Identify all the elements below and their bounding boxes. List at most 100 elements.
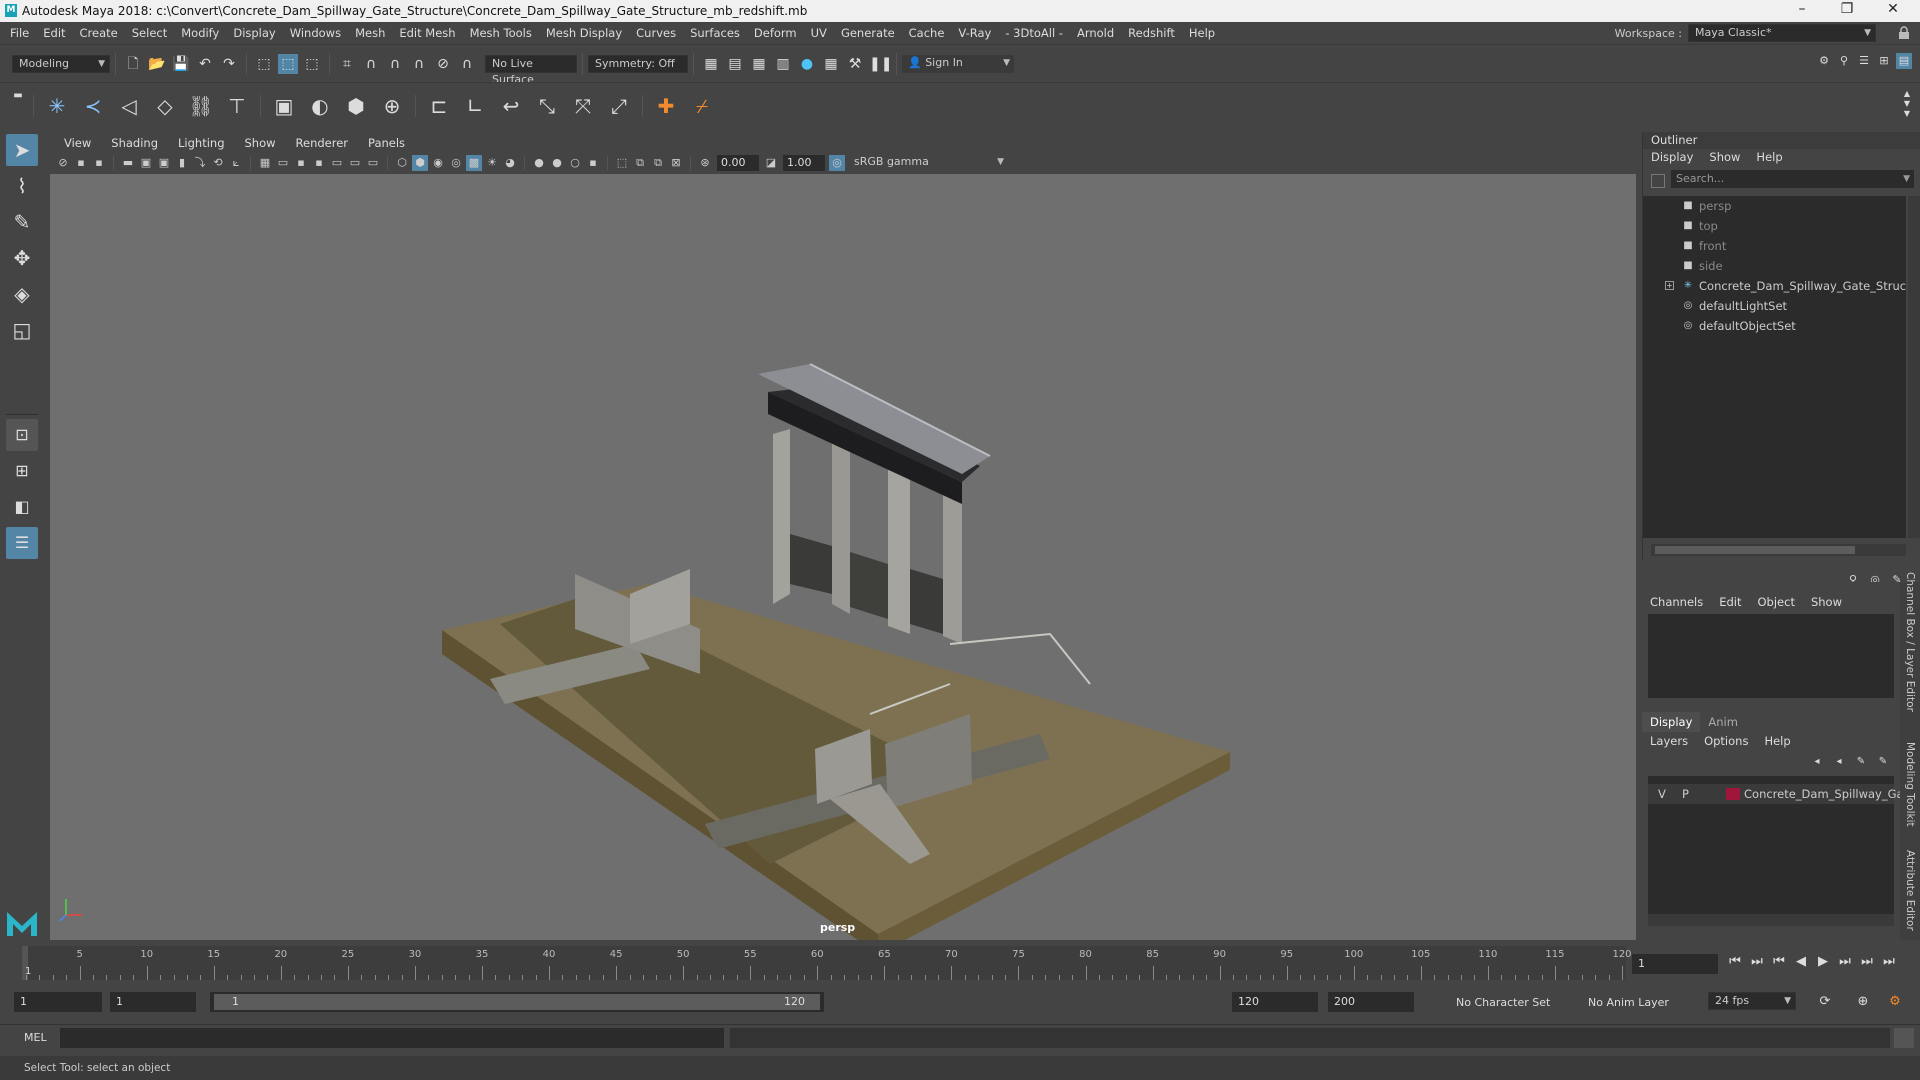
menu-item-mesh[interactable]: Mesh xyxy=(348,22,392,44)
channelbox-menu-edit[interactable]: Edit xyxy=(1711,592,1749,612)
auto-key-icon[interactable]: ⊕ xyxy=(1852,992,1874,1012)
step-back-frame-icon[interactable]: ⏮ xyxy=(1768,952,1790,972)
menu-item-create[interactable]: Create xyxy=(73,22,125,44)
plane-icon[interactable]: ⊕ xyxy=(376,90,408,122)
xray-icon[interactable]: ⬡ xyxy=(394,155,410,171)
outliner-hscrollbar[interactable] xyxy=(1651,544,1906,556)
channelbox-menu-channels[interactable]: Channels xyxy=(1642,592,1711,612)
shaded-icon[interactable]: ⬢ xyxy=(412,155,428,171)
exposure-icon[interactable]: ⊛ xyxy=(697,155,713,171)
maximize-button[interactable]: ❐ xyxy=(1827,1,1867,17)
viewport-menu-view[interactable]: View xyxy=(54,134,101,152)
tool-settings-toggle-icon[interactable]: ⊞ xyxy=(1876,53,1892,69)
attribute-editor-side-tab[interactable]: Attribute Editor xyxy=(1904,850,1916,931)
step-back-key-icon[interactable]: ⏭ xyxy=(1746,952,1768,972)
film-gate-icon[interactable]: ▣ xyxy=(138,155,154,171)
curve-tool-icon[interactable]: ↩ xyxy=(495,90,527,122)
menu-item-cache[interactable]: Cache xyxy=(902,22,952,44)
rotate-tool-icon[interactable]: ◈ xyxy=(6,278,38,310)
single-perspective-layout-icon[interactable]: ⊡ xyxy=(6,419,38,451)
menu-item-windows[interactable]: Windows xyxy=(283,22,348,44)
mel-label[interactable]: MEL xyxy=(24,1031,47,1044)
outliner-node[interactable]: + ✳ Concrete_Dam_Spillway_Gate_Structure_ xyxy=(1643,276,1906,296)
live-surface-field[interactable]: No Live Surface xyxy=(485,54,577,86)
viewport-menu-lighting[interactable]: Lighting xyxy=(168,134,234,152)
modeling-toolkit-side-tab[interactable]: Modeling Toolkit xyxy=(1904,742,1916,827)
gamma-icon[interactable]: ◪ xyxy=(763,155,779,171)
sphere-icon[interactable]: ◐ xyxy=(304,90,336,122)
menu-item-deform[interactable]: Deform xyxy=(747,22,804,44)
multi-cut-icon[interactable]: ✳ xyxy=(41,90,73,122)
menu-item-uv[interactable]: UV xyxy=(804,22,834,44)
layer-menu-options[interactable]: Options xyxy=(1696,732,1756,750)
current-frame-field[interactable]: 1 xyxy=(1632,954,1718,974)
wedge-icon[interactable]: ⌿ xyxy=(686,90,718,122)
persp-outliner-layout-icon[interactable]: ◧ xyxy=(6,491,38,523)
use-all-lights-icon[interactable]: ▭ xyxy=(365,155,381,171)
snap-curve-icon[interactable]: ∩ xyxy=(361,54,381,74)
outliner-vscrollbar[interactable] xyxy=(1908,196,1920,538)
open-scene-icon[interactable]: 📂 xyxy=(147,54,167,74)
render-setup-icon[interactable]: ⚒ xyxy=(845,54,865,74)
ambient-occlusion-icon[interactable]: ◎ xyxy=(448,155,464,171)
safe-action-icon[interactable]: ⟲ xyxy=(210,155,226,171)
fps-dropdown[interactable]: 24 fps ▼ xyxy=(1708,992,1796,1010)
layer-row[interactable]: V P Concrete_Dam_Spillway_Gate_ xyxy=(1648,784,1920,804)
layer-playback-toggle[interactable]: P xyxy=(1682,784,1689,804)
menuset-dropdown[interactable]: Modeling ▼ xyxy=(12,54,110,73)
isolate-select-icon[interactable]: ● xyxy=(531,155,547,171)
move-layer-down-icon[interactable]: ◂ xyxy=(1828,752,1850,772)
snap-grid-icon[interactable]: ⌗ xyxy=(337,54,357,74)
crease-icon[interactable]: ✚ xyxy=(650,90,682,122)
safe-title-icon[interactable]: ⟀ xyxy=(228,155,244,171)
outliner-layout-icon[interactable]: ☰ xyxy=(6,527,38,559)
range-slider[interactable]: 1 120 xyxy=(210,992,824,1012)
viewport-menu-panels[interactable]: Panels xyxy=(358,134,415,152)
render-view-icon[interactable]: ▦ xyxy=(821,54,841,74)
outliner-menu-display[interactable]: Display xyxy=(1643,149,1701,166)
new-layer-icon[interactable]: ✎ xyxy=(1850,752,1872,772)
render-sequence-icon[interactable]: ▤ xyxy=(725,54,745,74)
color-management-icon[interactable]: ◎ xyxy=(829,155,845,171)
viewport-menu-shading[interactable]: Shading xyxy=(101,134,168,152)
xray-active-icon[interactable]: ○ xyxy=(567,155,583,171)
color-space-dropdown[interactable]: sRGB gamma ▼ xyxy=(848,154,1008,172)
two-sided-icon[interactable]: ⧉ xyxy=(632,155,648,171)
layer-menu-help[interactable]: Help xyxy=(1756,732,1798,750)
lock-icon[interactable] xyxy=(1898,26,1910,40)
minimize-button[interactable]: – xyxy=(1782,1,1822,17)
save-scene-icon[interactable]: 💾 xyxy=(171,54,191,74)
outliner-node[interactable]: ■ persp xyxy=(1643,196,1906,216)
menu-item-redshift[interactable]: Redshift xyxy=(1121,22,1182,44)
tab-anim[interactable]: Anim xyxy=(1700,712,1746,732)
menu-item-mesh-tools[interactable]: Mesh Tools xyxy=(463,22,539,44)
select-hierarchy-icon[interactable]: ⬚ xyxy=(254,54,274,74)
image-plane-icon[interactable]: ▬ xyxy=(120,155,136,171)
play-backward-icon[interactable]: ◀ xyxy=(1790,952,1812,972)
animation-end-field[interactable]: 200 xyxy=(1328,992,1414,1012)
menu-item-arnold[interactable]: Arnold xyxy=(1070,22,1121,44)
symmetry-dropdown[interactable]: Symmetry: Off xyxy=(588,54,688,73)
outliner-search-input[interactable]: Search... ▼ xyxy=(1671,170,1914,188)
attribute-editor-toggle-icon[interactable]: ☰ xyxy=(1856,53,1872,69)
soft-select-icon[interactable]: ⤡ xyxy=(531,90,563,122)
character-controls-icon[interactable]: ⚲ xyxy=(1836,53,1852,69)
loop-icon[interactable]: ⟳ xyxy=(1814,992,1836,1012)
wireframe-icon[interactable]: ▭ xyxy=(275,155,291,171)
texture-icon[interactable]: ▪ xyxy=(585,155,601,171)
shadows-icon[interactable]: ◉ xyxy=(430,155,446,171)
move-layer-up-icon[interactable]: ◂ xyxy=(1806,752,1828,772)
menu-item-surfaces[interactable]: Surfaces xyxy=(683,22,747,44)
redo-icon[interactable]: ↷ xyxy=(219,54,239,74)
resolution-gate-icon[interactable]: ▣ xyxy=(156,155,172,171)
layer-visibility-toggle[interactable]: V xyxy=(1658,784,1666,804)
four-view-layout-icon[interactable]: ⊞ xyxy=(6,455,38,487)
menu-item-generate[interactable]: Generate xyxy=(834,22,902,44)
outliner-node[interactable]: ■ side xyxy=(1643,256,1906,276)
menu-item-help[interactable]: Help xyxy=(1182,22,1222,44)
move-tool-icon[interactable]: ✥ xyxy=(6,242,38,274)
gamma-field[interactable]: 1.00 xyxy=(783,155,825,171)
channelbox-menu-show[interactable]: Show xyxy=(1803,592,1850,612)
select-tool-icon[interactable]: ➤ xyxy=(6,134,38,166)
cube-icon[interactable]: ▣ xyxy=(268,90,300,122)
